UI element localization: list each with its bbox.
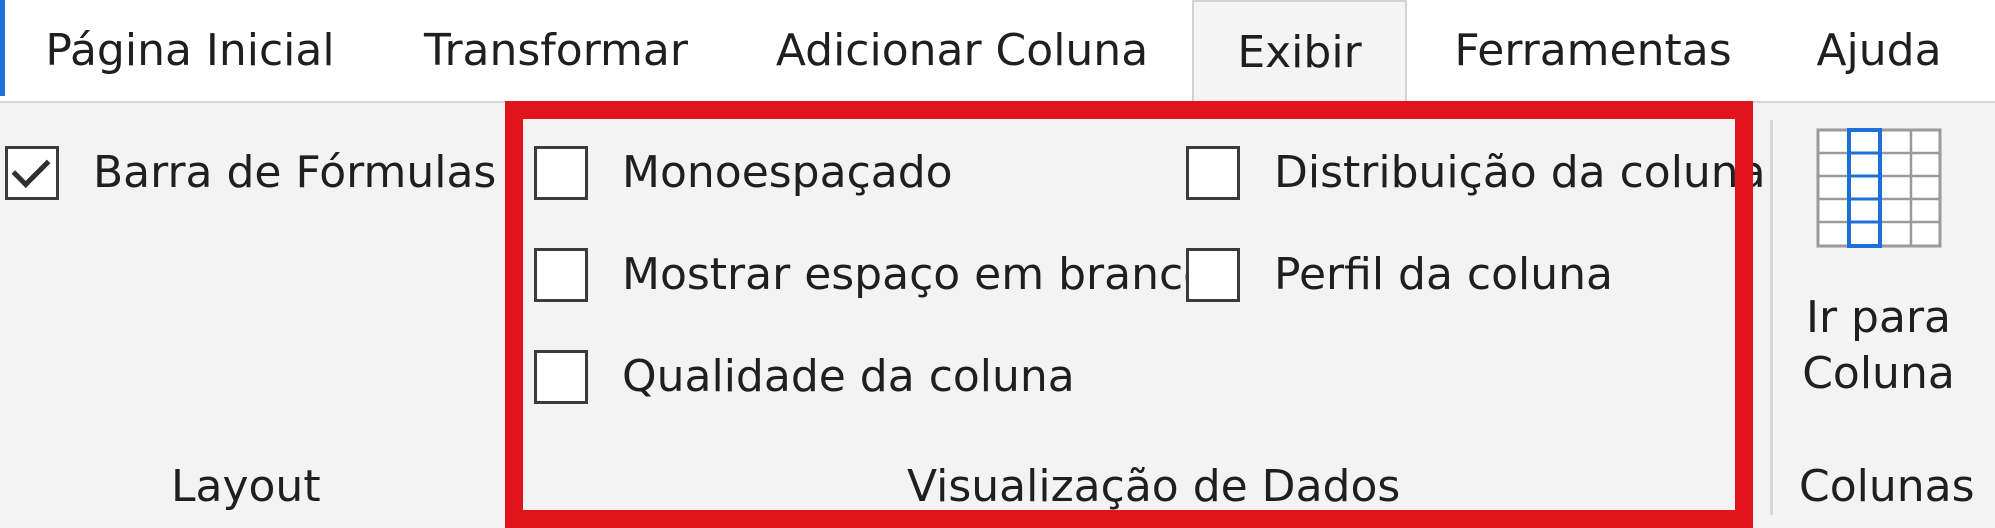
column-quality-label: Qualidade da coluna: [622, 351, 1075, 402]
go-to-column-label-line2: Coluna: [1802, 348, 1955, 399]
go-to-column-icon: [1816, 128, 1942, 248]
show-whitespace-check-box-icon[interactable]: [534, 248, 588, 302]
column-profile-checkbox[interactable]: Perfil da coluna: [1186, 248, 1613, 302]
tab-add-column[interactable]: Adicionar Coluna: [732, 0, 1192, 101]
column-distribution-label: Distribuição da coluna: [1274, 147, 1766, 198]
columns-group-label: Colunas: [1799, 461, 1975, 512]
go-to-column-label: Ir para Coluna: [1800, 290, 1957, 402]
column-profile-check-box-icon[interactable]: [1186, 248, 1240, 302]
group-separator: [1770, 120, 1773, 515]
tab-home[interactable]: Página Inicial: [0, 0, 380, 101]
show-whitespace-checkbox[interactable]: Mostrar espaço em branco: [534, 248, 1210, 302]
tab-help[interactable]: Ajuda: [1779, 0, 1979, 101]
formula-bar-label: Barra de Fórmulas: [93, 147, 497, 198]
show-whitespace-label: Mostrar espaço em branco: [622, 249, 1211, 300]
column-distribution-checkbox[interactable]: Distribuição da coluna: [1186, 146, 1766, 200]
monospaced-label: Monoespaçado: [622, 147, 953, 198]
ribbon-tab-bar: Página Inicial Transformar Adicionar Col…: [0, 0, 1995, 103]
tab-view[interactable]: Exibir: [1192, 0, 1407, 103]
go-to-column-label-line1: Ir para: [1806, 292, 1951, 343]
column-profile-label: Perfil da coluna: [1274, 249, 1614, 300]
column-quality-check-box-icon[interactable]: [534, 350, 588, 404]
power-query-ribbon: Página Inicial Transformar Adicionar Col…: [0, 0, 1995, 528]
layout-group-label: Layout: [171, 461, 321, 512]
formula-bar-check-icon[interactable]: [5, 146, 59, 200]
formula-bar-checkbox[interactable]: Barra de Fórmulas: [5, 146, 496, 200]
data-preview-group-label: Visualização de Dados: [907, 461, 1401, 512]
monospaced-checkbox[interactable]: Monoespaçado: [534, 146, 953, 200]
tab-transform[interactable]: Transformar: [380, 0, 732, 101]
go-to-column-button[interactable]: Ir para Coluna: [1800, 128, 1957, 448]
column-distribution-check-box-icon[interactable]: [1186, 146, 1240, 200]
column-quality-checkbox[interactable]: Qualidade da coluna: [534, 350, 1075, 404]
tab-tools[interactable]: Ferramentas: [1407, 0, 1779, 101]
monospaced-check-box-icon[interactable]: [534, 146, 588, 200]
